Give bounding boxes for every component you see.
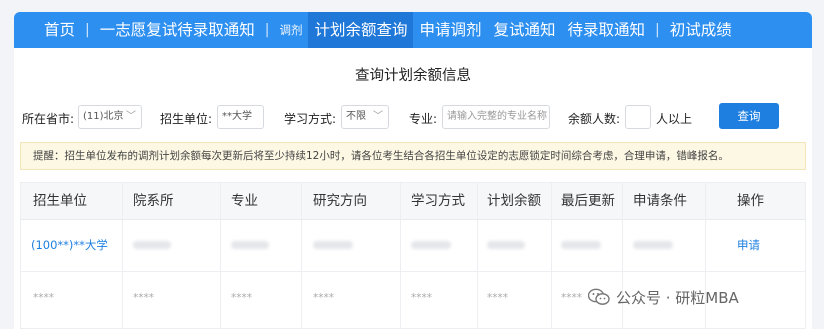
top-nav: 首页 | 一志愿复试待录取通知 | 调剂 计划余额查询 申请调剂 复试通知 待录…: [14, 12, 812, 48]
column-header-action: 操作: [737, 193, 764, 209]
blurred-cell: [487, 241, 525, 249]
masked-cell: ****: [411, 292, 432, 304]
study-mode-select[interactable]: 不限 ﹀: [341, 105, 389, 129]
notice-text: 提醒：招生单位发布的调剂计划余额每次更新后将至少持续12小时，请各位考生结合各招…: [33, 150, 729, 162]
province-value: (11)北京: [83, 111, 124, 122]
notice-banner: 提醒：招生单位发布的调剂计划余额每次更新后将至少持续12小时，请各位考生结合各招…: [20, 142, 806, 170]
page-title: 查询计划余额信息: [355, 68, 471, 84]
nav-item-pending-admission[interactable]: 待录取通知: [562, 12, 652, 48]
masked-cell: ****: [313, 292, 334, 304]
masked-cell: ****: [133, 292, 154, 304]
nav-item-home[interactable]: 首页: [38, 12, 81, 48]
province-label: 所在省市:: [22, 112, 75, 126]
province-select[interactable]: (11)北京 ﹀: [78, 105, 142, 129]
column-header-department: 院系所: [133, 193, 174, 209]
column-header-study-mode: 学习方式: [411, 193, 465, 209]
watermark: 公众号 · 研粒MBA: [587, 284, 739, 310]
nav-separator: |: [655, 22, 660, 38]
page: 首页 | 一志愿复试待录取通知 | 调剂 计划余额查询 申请调剂 复试通知 待录…: [0, 0, 824, 329]
blurred-cell: [561, 241, 601, 249]
unit-label: 招生单位:: [160, 112, 213, 126]
column-header-conditions: 申请条件: [633, 193, 687, 209]
masked-cell: ****: [487, 292, 508, 304]
column-header-remain: 计划余额: [487, 193, 541, 209]
study-mode-label: 学习方式:: [284, 112, 337, 126]
nav-separator: |: [85, 22, 90, 38]
unit-link[interactable]: (100**)**大学: [31, 219, 108, 271]
masked-cell: ****: [33, 292, 54, 304]
nav-item-adjustment[interactable]: 调剂: [273, 12, 308, 48]
chevron-down-icon: ﹀: [373, 111, 383, 122]
column-header-direction: 研究方向: [313, 193, 367, 209]
apply-link[interactable]: 申请: [737, 219, 760, 271]
table-row: (100**)**大学 申请: [21, 219, 805, 272]
masked-cell: ****: [561, 292, 582, 304]
filter-row: 所在省市: (11)北京 ﹀ 招生单位: **大学 学习方式: 不限 ﹀ 专业:…: [14, 103, 812, 131]
nav-item-apply-adjustment[interactable]: 申请调剂: [413, 12, 487, 48]
blurred-cell: [133, 241, 171, 249]
nav-item-first-choice-notice[interactable]: 一志愿复试待录取通知: [94, 12, 261, 48]
nav-item-plan-balance-query[interactable]: 计划余额查询: [308, 12, 414, 48]
blurred-cell: [231, 241, 269, 249]
unit-input[interactable]: **大学: [217, 105, 264, 129]
unit-value: **大学: [222, 111, 252, 122]
nav-item-retest-notice[interactable]: 复试通知: [488, 12, 562, 48]
blurred-cell: [313, 241, 353, 249]
wechat-icon: [587, 288, 610, 306]
blurred-cell: [633, 241, 673, 249]
column-header-updated: 最后更新: [561, 193, 615, 209]
column-header-major: 专业: [231, 193, 258, 209]
table-header: 招生单位 院系所 专业 研究方向 学习方式 计划余额 最后更新 申请条件 操作: [21, 183, 805, 220]
major-input[interactable]: 请输入完整的专业名称: [442, 105, 550, 129]
blurred-cell: [411, 241, 451, 249]
remain-suffix-label: 人以上: [656, 112, 693, 126]
query-button[interactable]: 查询: [719, 103, 779, 129]
nav-separator: |: [264, 22, 270, 38]
major-label: 专业:: [409, 112, 438, 126]
remain-count-label: 余额人数:: [568, 112, 621, 126]
major-placeholder: 请输入完整的专业名称: [447, 111, 547, 122]
remain-count-input[interactable]: [625, 105, 651, 129]
column-header-unit: 招生单位: [33, 193, 87, 209]
nav-item-initial-scores[interactable]: 初试成绩: [664, 12, 738, 48]
masked-cell: ****: [231, 292, 252, 304]
study-mode-value: 不限: [346, 111, 366, 122]
watermark-text: 公众号 · 研粒MBA: [616, 288, 739, 307]
chevron-down-icon: ﹀: [126, 111, 136, 122]
